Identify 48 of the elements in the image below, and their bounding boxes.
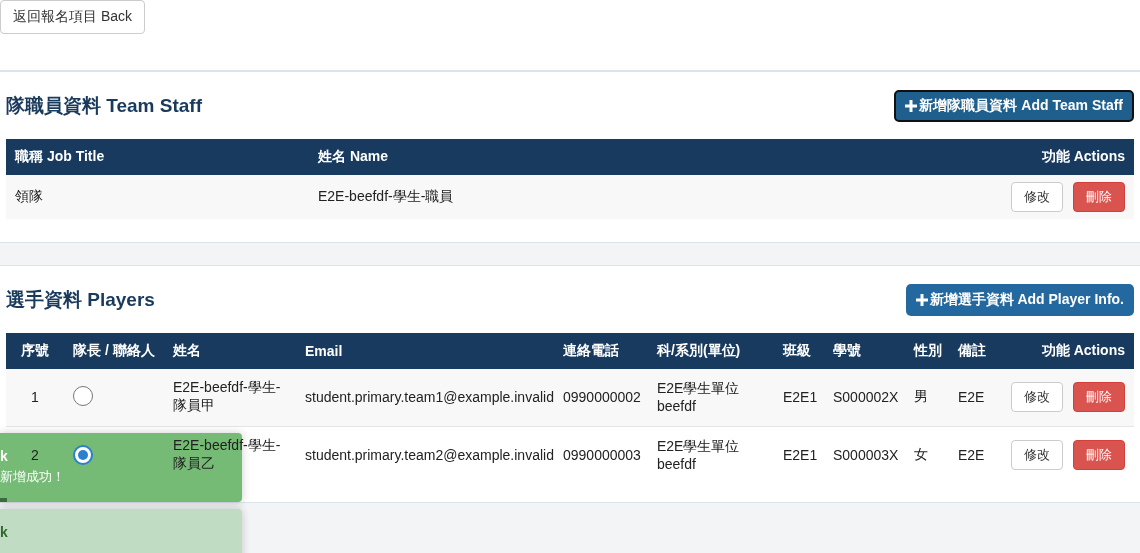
delete-button[interactable]: 刪除 [1073, 382, 1125, 413]
column-header: 功能 Actions [874, 139, 1134, 175]
section-title: 隊職員資料 Team Staff [6, 93, 202, 118]
table-cell: E2E-beefdf-學生-隊員甲 [164, 369, 296, 426]
column-header: 學號 [824, 333, 905, 369]
delete-button[interactable]: 刪除 [1073, 439, 1125, 470]
toast-title: k [0, 524, 8, 540]
edit-button[interactable]: 修改 [1011, 439, 1063, 470]
edit-button[interactable]: 修改 [1011, 382, 1063, 413]
table-cell: E2E學生單位 beefdf [648, 426, 774, 483]
table-cell: 男 [905, 369, 949, 426]
column-header: 科/系別(單位) [648, 333, 774, 369]
table-cell: E2E學生單位 beefdf [648, 369, 774, 426]
table-cell: student.primary.team2@example.invalid [296, 426, 554, 483]
column-header: Email [296, 333, 554, 369]
table-cell: 0990000002 [554, 369, 648, 426]
table-cell: S000002X [824, 369, 905, 426]
table-cell: S000003X [824, 426, 905, 483]
column-header: 隊長 / 聯絡人 [64, 333, 164, 369]
edit-button[interactable]: 修改 [1011, 182, 1063, 212]
table-cell: 0990000003 [554, 426, 648, 483]
add-staff-button[interactable]: 新增隊職員資料 Add Team Staff [894, 89, 1134, 122]
back-button[interactable]: 返回報名項目 Back [0, 0, 145, 34]
table-cell: 1 [6, 369, 64, 426]
table-cell: 領隊 [6, 175, 309, 219]
plus-icon [915, 293, 928, 306]
table-cell: E2E1 [774, 369, 824, 426]
column-header: 職稱 Job Title [6, 139, 309, 175]
table-cell: student.primary.team1@example.invalid [296, 369, 554, 426]
table-cell: E2E [949, 369, 993, 426]
plus-icon [905, 99, 918, 112]
column-header: 性別 [905, 333, 949, 369]
section-title: 選手資料 Players [6, 287, 155, 312]
table-cell: 女 [905, 426, 949, 483]
column-header: 功能 Actions [993, 333, 1134, 369]
column-header: 序號 [6, 333, 64, 369]
table-cell: E2E1 [774, 426, 824, 483]
column-header: 姓名 [164, 333, 296, 369]
column-header: 班級 [774, 333, 824, 369]
toast-title: k [0, 448, 8, 464]
delete-button[interactable]: 刪除 [1073, 182, 1125, 212]
radio-button[interactable] [73, 385, 93, 406]
column-header: 連絡電話 [554, 333, 648, 369]
column-header: 備註 [949, 333, 993, 369]
table-cell: E2E-beefdf-學生-職員 [309, 175, 874, 219]
add-player-button[interactable]: 新增選手資料 Add Player Info. [905, 283, 1134, 316]
column-header: 姓名 Name [309, 139, 874, 175]
table-cell: E2E [949, 426, 993, 483]
